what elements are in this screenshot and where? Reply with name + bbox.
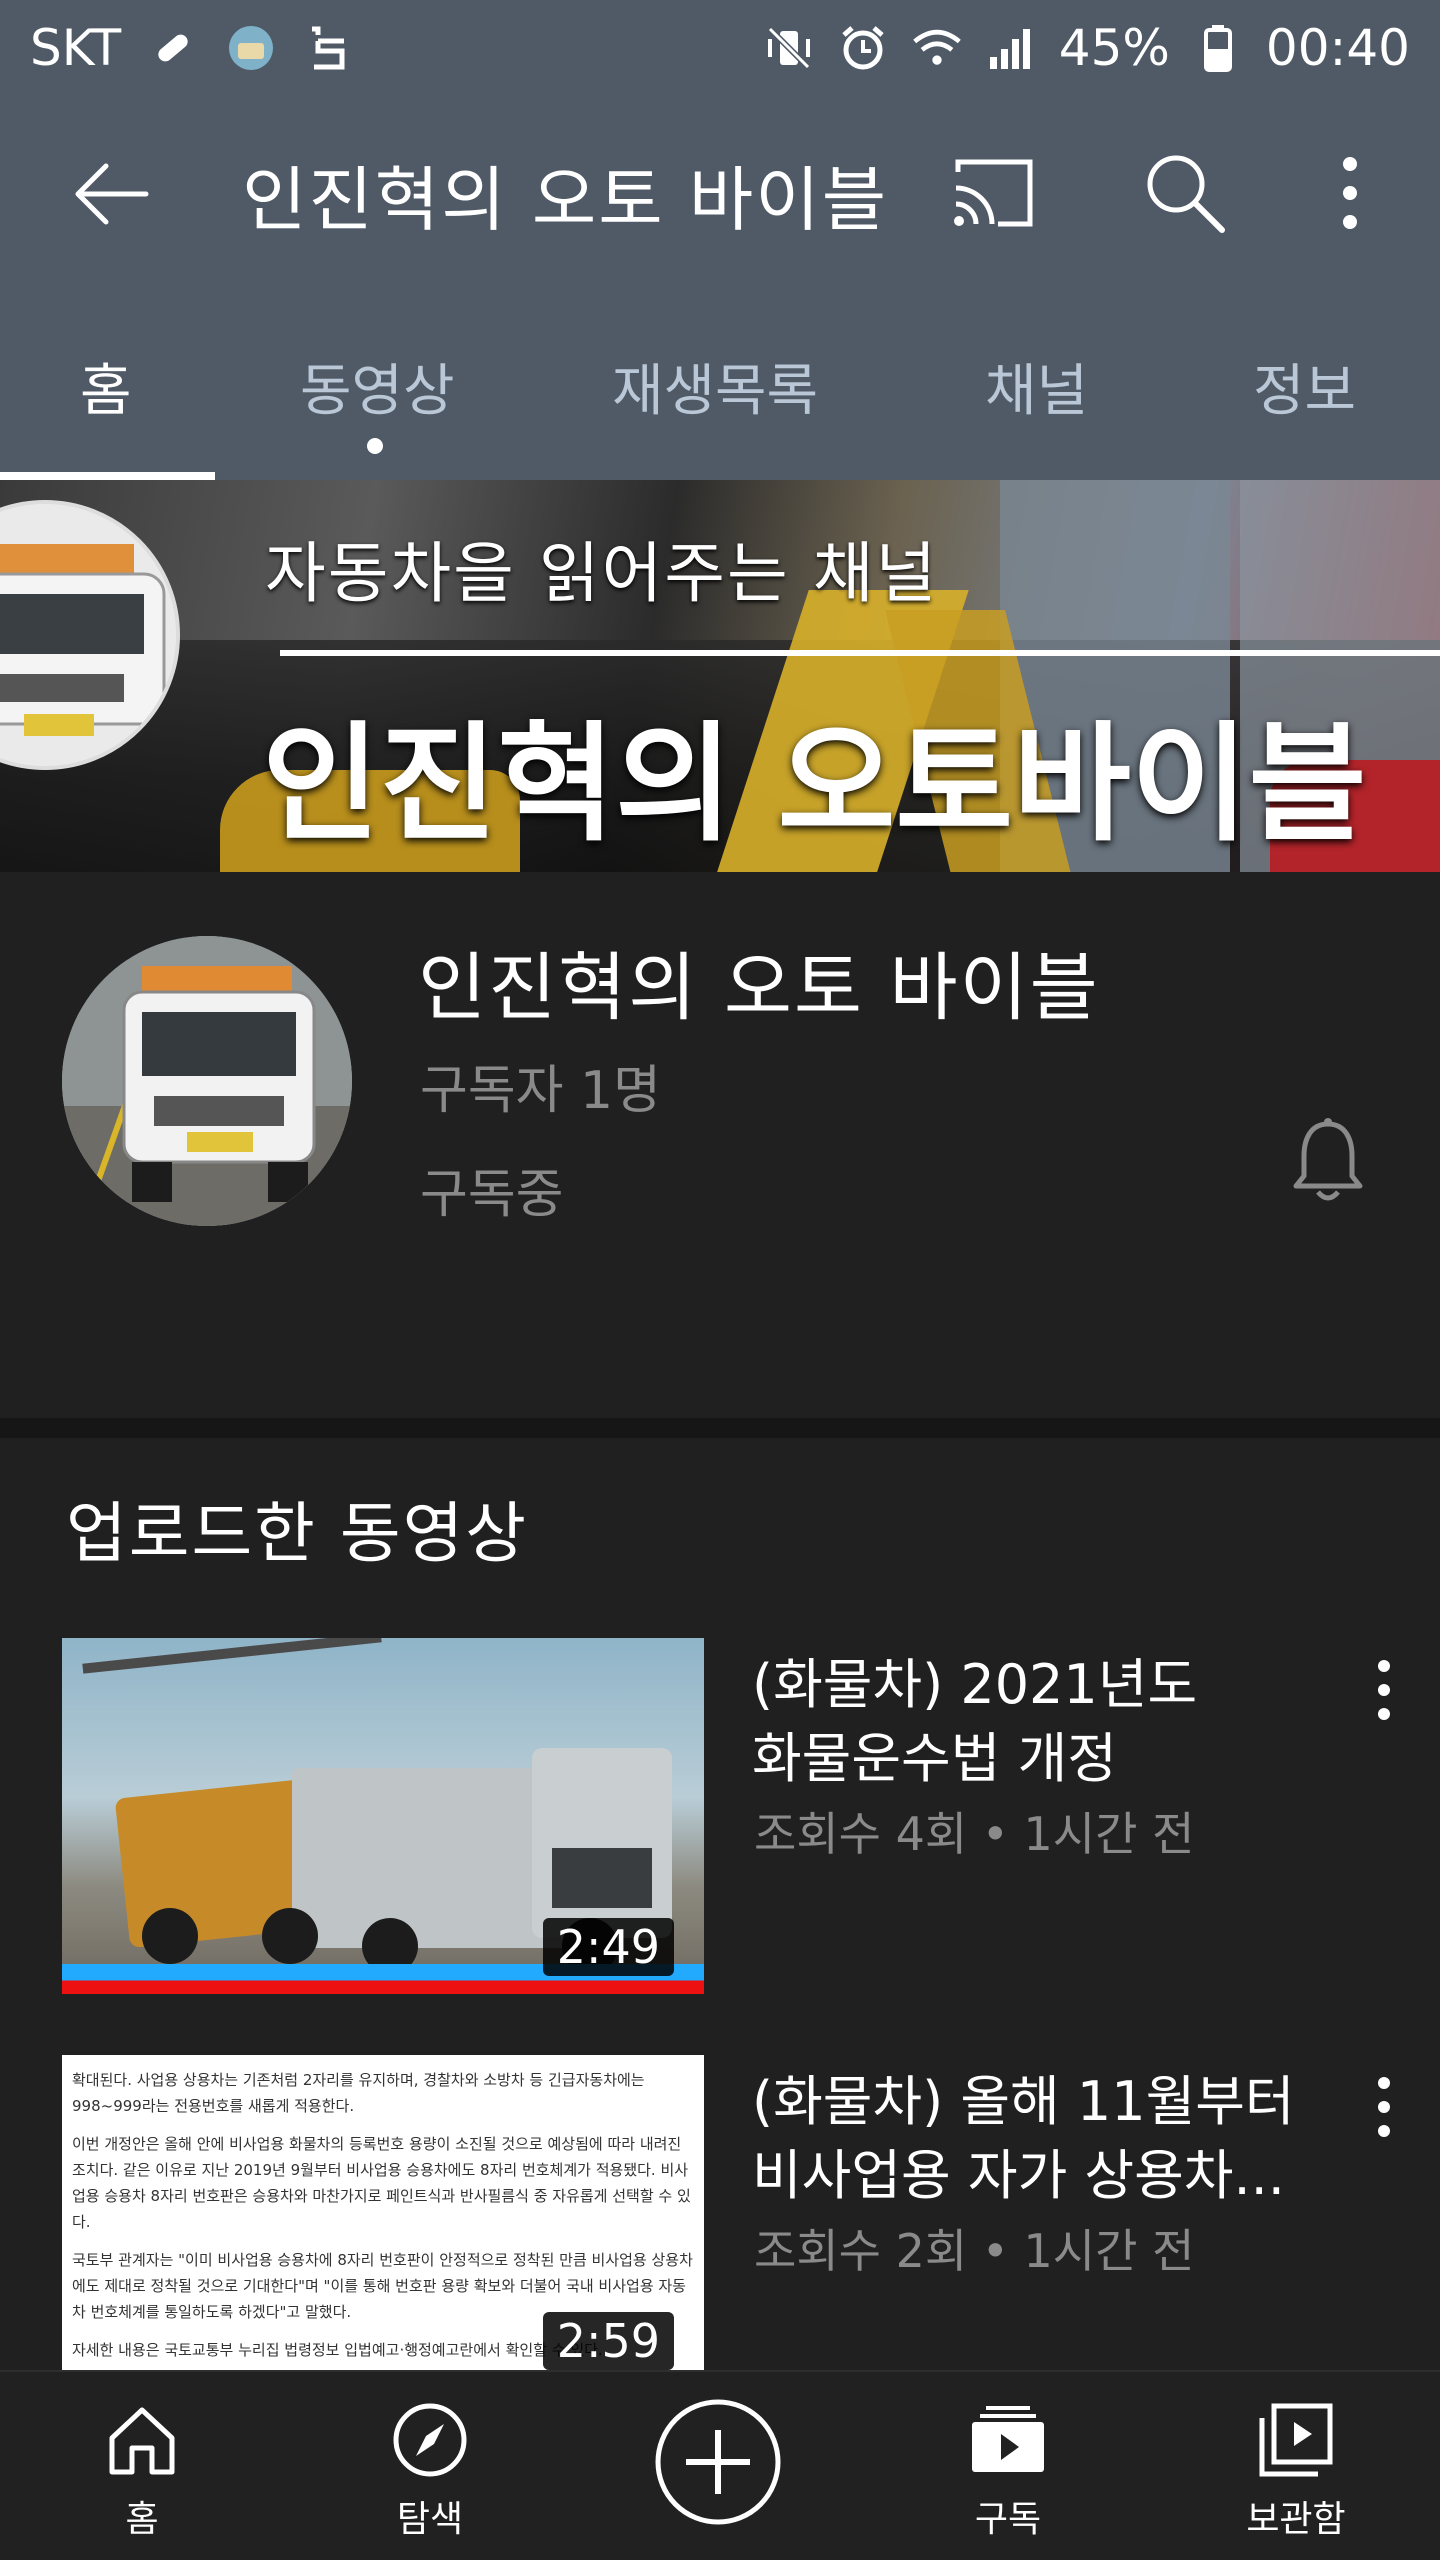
tab-channels[interactable]: 채널 bbox=[985, 346, 1088, 427]
video-title[interactable]: (화물차) 2021년도 화물운수법 개정 bbox=[752, 1648, 1312, 1796]
nav-library[interactable]: 보관함 bbox=[1196, 2400, 1396, 2542]
alarm-icon bbox=[837, 22, 889, 74]
subscriber-count: 구독자 1명 bbox=[420, 1061, 661, 1121]
video-item[interactable]: 2:49 (화물차) 2021년도 화물운수법 개정 조회수 4회 • 1시간 … bbox=[0, 1638, 1440, 1998]
search-icon[interactable] bbox=[1140, 148, 1230, 238]
video-meta: 조회수 2회 • 1시간 전 bbox=[754, 2224, 1195, 2278]
library-icon bbox=[1256, 2400, 1336, 2480]
video-duration: 2:59 bbox=[542, 2312, 674, 2370]
channel-avatar[interactable] bbox=[62, 936, 352, 1226]
status-bar: SKT 45% 00:40 bbox=[0, 0, 1440, 96]
tab-videos[interactable]: 동영상 bbox=[300, 346, 455, 427]
banner-divider bbox=[280, 650, 1440, 656]
section-divider bbox=[0, 1418, 1440, 1438]
nav-home[interactable]: 홈 bbox=[42, 2400, 242, 2542]
video-meta: 조회수 4회 • 1시간 전 bbox=[754, 1807, 1195, 1861]
banner-tagline: 자동차을 읽어주는 채널 bbox=[265, 535, 939, 612]
signal-icon bbox=[985, 22, 1037, 74]
new-content-dot bbox=[367, 438, 383, 454]
home-icon bbox=[102, 2400, 182, 2480]
video-thumbnail[interactable]: 확대된다. 사업용 상용차는 기존처럼 2자리를 유지하며, 경찰차와 소방차 … bbox=[62, 2055, 704, 2370]
bell-icon[interactable] bbox=[1290, 1116, 1366, 1206]
channel-name: 인진혁의 오토 바이블 bbox=[418, 945, 1100, 1031]
bottom-navigation: 홈 탐색 구독 보관함 bbox=[0, 2370, 1440, 2560]
battery-icon bbox=[1192, 22, 1244, 74]
uploads-section-title: 업로드한 동영상 bbox=[66, 1495, 529, 1572]
nav-subscriptions[interactable]: 구독 bbox=[908, 2400, 1108, 2542]
back-arrow-icon[interactable] bbox=[70, 151, 156, 237]
clock: 00:40 bbox=[1265, 19, 1410, 77]
tab-about[interactable]: 정보 bbox=[1253, 346, 1356, 427]
channel-header: 인진혁의 오토 바이블 구독자 1명 구독중 bbox=[0, 872, 1440, 1418]
video-title[interactable]: (화물차) 올해 11월부터 비사업용 자가 상용차... bbox=[752, 2065, 1312, 2213]
tab-playlists[interactable]: 재생목록 bbox=[612, 346, 818, 427]
app-notification-icon bbox=[225, 22, 277, 74]
compass-icon bbox=[390, 2400, 470, 2480]
subscriptions-icon bbox=[968, 2400, 1048, 2480]
channel-tabs: 홈 동영상 재생목록 채널 정보 bbox=[0, 286, 1440, 480]
vibrate-mute-icon bbox=[763, 22, 815, 74]
video-thumbnail[interactable]: 2:49 bbox=[62, 1638, 704, 1994]
video-duration: 2:49 bbox=[542, 1918, 674, 1976]
video-more-icon[interactable] bbox=[1360, 2069, 1408, 2149]
channel-banner: 자동차을 읽어주는 채널 인진혁의 오토바이블 bbox=[0, 480, 1440, 872]
banner-channel-name: 인진혁의 오토바이블 bbox=[262, 710, 1367, 859]
wifi-icon bbox=[911, 22, 963, 74]
video-item[interactable]: 확대된다. 사업용 상용차는 기존처럼 2자리를 유지하며, 경찰차와 소방차 … bbox=[0, 2055, 1440, 2415]
app-bar: 인진혁의 오토 바이블 bbox=[0, 96, 1440, 286]
more-options-icon[interactable] bbox=[1320, 148, 1380, 238]
add-circle-icon[interactable] bbox=[652, 2396, 784, 2528]
subscribed-button[interactable]: 구독중 bbox=[420, 1152, 564, 1227]
battery-percent: 45% bbox=[1058, 19, 1170, 77]
bandage-icon bbox=[147, 22, 199, 74]
nav-explore[interactable]: 탐색 bbox=[330, 2400, 530, 2542]
carrier-label: SKT bbox=[30, 19, 122, 77]
channel-title: 인진혁의 오토 바이블 bbox=[242, 159, 889, 241]
tab-home[interactable]: 홈 bbox=[80, 346, 132, 427]
cast-icon[interactable] bbox=[948, 154, 1038, 234]
active-tab-indicator bbox=[0, 472, 215, 480]
s-notification-icon bbox=[303, 22, 355, 74]
video-more-icon[interactable] bbox=[1360, 1652, 1408, 1732]
